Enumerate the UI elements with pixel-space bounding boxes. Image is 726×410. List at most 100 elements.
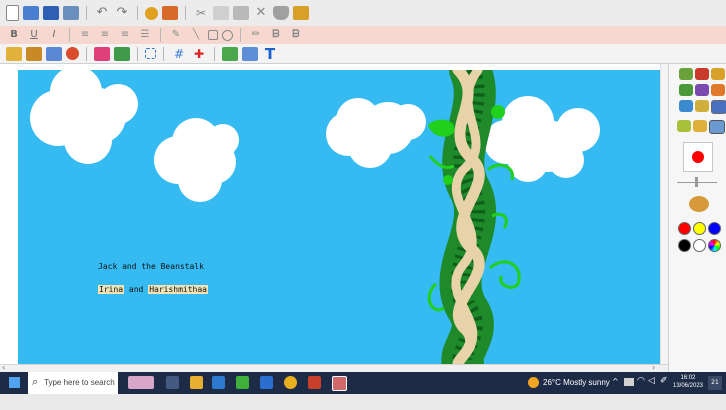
weather-text[interactable]: 26°C Mostly sunny	[543, 378, 610, 387]
shape-b-icon[interactable]: ᗷ	[268, 28, 284, 42]
size-slider-handle[interactable]	[695, 177, 698, 187]
scroll-right-icon[interactable]: ›	[652, 363, 655, 372]
color-red[interactable]	[678, 222, 691, 235]
refresh-icon[interactable]	[145, 6, 158, 20]
powerpoint-icon[interactable]	[308, 376, 321, 389]
justify-icon[interactable]: ☰	[137, 28, 153, 42]
paint-icon[interactable]	[162, 6, 178, 20]
paint-bucket-icon[interactable]	[222, 46, 238, 61]
resize-icon[interactable]	[242, 46, 258, 61]
author-joiner: and	[128, 285, 144, 294]
magic-tool-icon[interactable]	[695, 84, 709, 96]
taskbar-search-box[interactable]: ⌕ Type here to search	[28, 372, 118, 394]
save-icon[interactable]	[43, 6, 59, 20]
eraser-tool-icon[interactable]	[709, 120, 725, 134]
image-icon[interactable]	[293, 6, 309, 20]
drawing-canvas[interactable]: Jack and the Beanstalk Irina and Harishm…	[18, 70, 660, 364]
notification-badge[interactable]: 21	[708, 376, 722, 390]
toolbar-divider	[160, 28, 161, 42]
cloud	[326, 98, 426, 168]
pencil-tool-icon[interactable]	[695, 100, 709, 112]
spray-tool-icon[interactable]	[677, 120, 691, 132]
author-name: Irina	[98, 285, 125, 294]
grid-icon[interactable]: #	[171, 47, 187, 61]
pen-icon[interactable]: ✎	[168, 28, 184, 42]
toolbar-divider	[86, 6, 87, 20]
battery-icon[interactable]	[624, 378, 634, 386]
pen-tray-icon[interactable]: ✐	[660, 376, 668, 386]
shield-icon[interactable]	[273, 6, 289, 20]
toolbar-divider	[214, 46, 215, 61]
redo-icon[interactable]: ↷	[114, 6, 130, 20]
delete-icon[interactable]: ✕	[253, 6, 269, 20]
main-toolbar: ↶ ↷ ✂ ✕	[0, 0, 726, 26]
shape-c-icon[interactable]: ᗷ	[288, 28, 304, 42]
canvas-workspace: Jack and the Beanstalk Irina and Harishm…	[0, 64, 668, 364]
spray-icon[interactable]	[114, 46, 130, 61]
undo-icon[interactable]: ↶	[94, 6, 110, 20]
toolbar-divider	[137, 6, 138, 20]
tray-chevron-icon[interactable]: ^	[612, 377, 619, 386]
color-pick-icon[interactable]: ✚	[191, 47, 207, 61]
tools-toolbar: # ✚ T	[0, 44, 726, 64]
store-icon[interactable]	[212, 376, 225, 389]
marker-tool-icon[interactable]	[693, 120, 707, 132]
rectangle-icon[interactable]	[208, 30, 218, 40]
ellipse-icon[interactable]	[222, 29, 233, 41]
text-tool-icon[interactable]: T	[262, 46, 278, 61]
align-left-icon[interactable]: ≡	[77, 28, 93, 42]
pencil-icon[interactable]: ✏	[248, 28, 264, 42]
stamp-icon[interactable]	[66, 47, 79, 60]
align-right-icon[interactable]: ≡	[117, 28, 133, 42]
taskbar-app-icon[interactable]	[128, 376, 154, 389]
brush-icon[interactable]	[6, 46, 22, 61]
cloud	[154, 118, 239, 202]
outlook-icon[interactable]	[260, 376, 273, 389]
open-icon[interactable]	[23, 6, 39, 20]
print-icon[interactable]	[63, 6, 79, 20]
paint-tool-icon[interactable]	[711, 68, 725, 80]
volume-icon[interactable]: ◁	[648, 376, 655, 386]
palette-icon[interactable]	[689, 196, 709, 212]
color-yellow[interactable]	[693, 222, 706, 235]
color-white[interactable]	[693, 239, 706, 252]
copy-icon[interactable]	[213, 6, 229, 20]
new-icon[interactable]	[6, 5, 19, 21]
flower-icon[interactable]	[94, 46, 110, 61]
select-icon[interactable]	[145, 48, 156, 59]
windows-start-icon[interactable]	[9, 377, 20, 388]
color-black[interactable]	[678, 239, 691, 252]
line-icon[interactable]: ╲	[188, 28, 204, 42]
clock[interactable]: 16:02 13/06/2023	[672, 374, 704, 390]
scroll-left-icon[interactable]: ‹	[2, 363, 5, 372]
bucket-tool-icon[interactable]	[679, 100, 693, 112]
current-color-dot	[692, 151, 704, 163]
underline-icon[interactable]: U	[26, 28, 42, 42]
italic-icon[interactable]: I	[46, 28, 62, 42]
task-view-icon[interactable]	[166, 376, 179, 389]
chrome-icon[interactable]	[284, 376, 297, 389]
cut-icon[interactable]: ✂	[193, 6, 209, 20]
brush-tool-icon[interactable]	[679, 68, 693, 80]
paste-icon[interactable]	[233, 6, 249, 20]
drawing-app-icon[interactable]	[332, 376, 347, 391]
wifi-icon[interactable]: ◠	[637, 376, 645, 386]
file-explorer-icon[interactable]	[190, 376, 203, 389]
crayon-tool-icon[interactable]	[695, 68, 709, 80]
align-center-icon[interactable]: ≡	[97, 28, 113, 42]
tool-palette	[668, 64, 726, 372]
eraser-icon[interactable]	[46, 46, 62, 61]
bold-icon[interactable]: B	[6, 28, 22, 42]
selected-tool-icon[interactable]	[711, 100, 726, 114]
author-name: Harishmithaa	[148, 285, 208, 294]
stamp-tool-icon[interactable]	[679, 84, 693, 96]
toolbar-divider	[69, 28, 70, 42]
current-color-swatch[interactable]	[683, 142, 713, 172]
weather-icon[interactable]	[528, 377, 539, 388]
fill-icon[interactable]	[26, 46, 42, 61]
paint-app-icon[interactable]	[236, 376, 249, 389]
color-rainbow[interactable]	[708, 239, 721, 252]
clock-date: 13/06/2023	[672, 383, 704, 389]
shape-tool-icon[interactable]	[711, 84, 725, 96]
color-blue[interactable]	[708, 222, 721, 235]
